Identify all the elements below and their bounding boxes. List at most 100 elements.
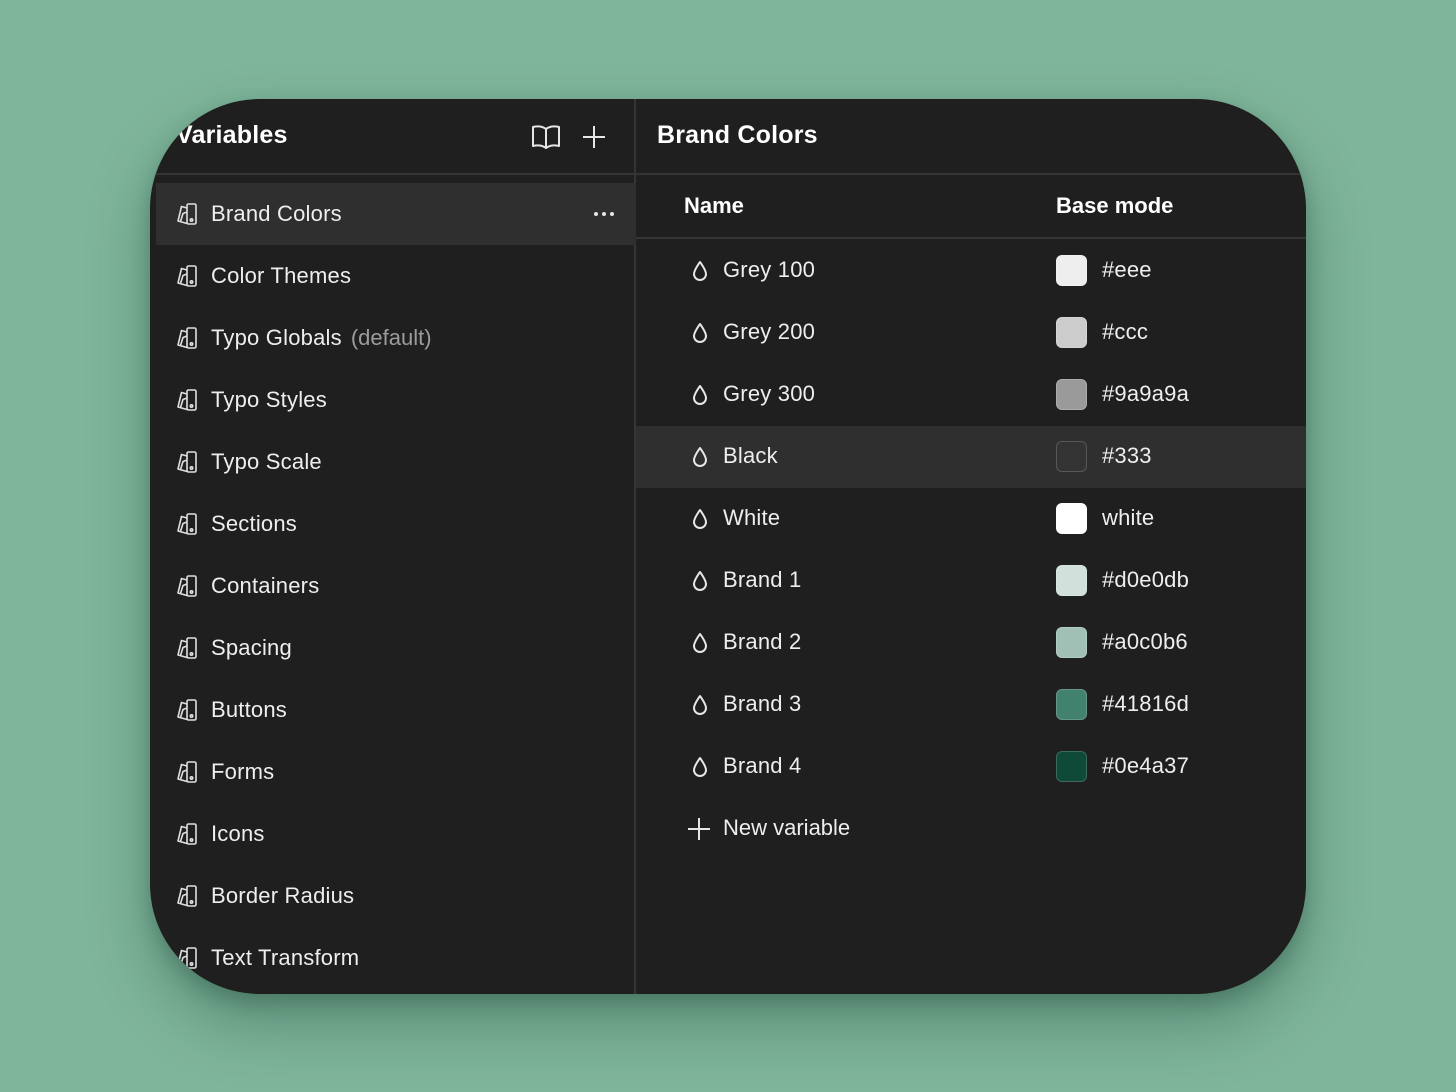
sidebar-item-label: Brand Colors: [211, 201, 342, 226]
variable-value[interactable]: #eee: [1102, 257, 1152, 283]
sidebar-item-label: Icons: [211, 821, 265, 846]
sidebar-item-forms[interactable]: Forms: [156, 741, 636, 803]
variable-name[interactable]: White: [723, 505, 780, 531]
sidebar-item-sections[interactable]: Sections: [156, 493, 636, 555]
sidebar-item-label: Border Radius: [211, 883, 355, 908]
sidebar-item-typo-globals[interactable]: Typo Globals (default): [156, 307, 636, 369]
color-swatch[interactable]: [1056, 689, 1087, 720]
variable-name[interactable]: Black: [723, 443, 778, 469]
variable-name[interactable]: Brand 2: [723, 629, 801, 655]
sidebar-item-label: Typo Scale: [211, 449, 322, 474]
new-variable-label: New variable: [723, 815, 851, 840]
sidebar-item-label: Spacing: [211, 635, 292, 660]
variables-panel: Brand Colors Name Base mode Grey 100 #eee…: [636, 99, 1306, 994]
variable-row[interactable]: Brand 1 #d0e0db: [636, 550, 1306, 612]
variable-value[interactable]: #333: [1102, 443, 1152, 469]
sidebar-item-brand-colors[interactable]: Brand Colors: [156, 183, 636, 245]
variable-name[interactable]: Brand 4: [723, 753, 801, 779]
color-swatch[interactable]: [1056, 379, 1087, 410]
variable-value[interactable]: white: [1102, 505, 1154, 531]
plus-icon: [583, 126, 605, 148]
new-variable-button[interactable]: New variable: [636, 798, 1306, 860]
color-swatch[interactable]: [1056, 627, 1087, 658]
drop-icon: [688, 383, 712, 407]
column-header-name[interactable]: Name: [684, 193, 744, 219]
variable-row[interactable]: Brand 4 #0e4a37: [636, 736, 1306, 798]
variable-name[interactable]: Brand 1: [723, 567, 801, 593]
sidebar-item-label: Buttons: [211, 697, 288, 722]
collection-icon: [176, 884, 200, 908]
collection-icon: [176, 388, 200, 412]
collections-sidebar: Variables Brand Colors Color Themes Typo G…: [150, 99, 636, 994]
collection-icon: [176, 636, 200, 660]
variable-value[interactable]: #ccc: [1102, 319, 1148, 345]
sidebar-item-label: Typo Globals: [211, 325, 342, 350]
collection-icon: [176, 512, 200, 536]
sidebar-item-text-transform[interactable]: Text Transform: [156, 927, 636, 989]
collection-list: Brand Colors Color Themes Typo Globals (def…: [156, 183, 636, 989]
variable-value[interactable]: #d0e0db: [1102, 567, 1189, 593]
sidebar-item-label: Color Themes: [211, 263, 352, 288]
variable-name[interactable]: Grey 200: [723, 319, 815, 345]
book-icon[interactable]: [530, 121, 562, 153]
collection-icon: [176, 264, 200, 288]
column-header-base-mode[interactable]: Base mode: [1056, 193, 1173, 219]
color-swatch[interactable]: [1056, 441, 1087, 472]
variable-row[interactable]: Grey 200 #ccc: [636, 302, 1306, 364]
variable-value[interactable]: #0e4a37: [1102, 753, 1189, 779]
sidebar-item-color-themes[interactable]: Color Themes: [156, 245, 636, 307]
more-options-button[interactable]: [592, 202, 616, 226]
drop-icon: [688, 507, 712, 531]
variable-row[interactable]: Black #333: [636, 426, 1306, 488]
sidebar-item-label: Forms: [211, 759, 275, 784]
add-collection-button[interactable]: [578, 121, 610, 153]
panel-header: Brand Colors: [636, 99, 1306, 175]
variable-value[interactable]: #41816d: [1102, 691, 1189, 717]
variable-name[interactable]: Brand 3: [723, 691, 801, 717]
sidebar-header: Variables: [150, 99, 636, 175]
color-swatch[interactable]: [1056, 565, 1087, 596]
drop-icon: [688, 569, 712, 593]
variable-row[interactable]: Brand 3 #41816d: [636, 674, 1306, 736]
drop-icon: [688, 631, 712, 655]
color-swatch[interactable]: [1056, 751, 1087, 782]
variable-value[interactable]: #9a9a9a: [1102, 381, 1189, 407]
sidebar-item-typo-styles[interactable]: Typo Styles: [156, 369, 636, 431]
collection-icon: [176, 202, 200, 226]
collection-icon: [176, 822, 200, 846]
plus-icon: [686, 816, 712, 842]
variable-row[interactable]: Grey 300 #9a9a9a: [636, 364, 1306, 426]
variable-row[interactable]: Grey 100 #eee: [636, 240, 1306, 302]
color-swatch[interactable]: [1056, 255, 1087, 286]
variable-name[interactable]: Grey 300: [723, 381, 815, 407]
variables-window: Variables Brand Colors Color Themes Typo G…: [150, 99, 1306, 994]
variable-row[interactable]: Brand 2 #a0c0b6: [636, 612, 1306, 674]
variable-row[interactable]: White white: [636, 488, 1306, 550]
drop-icon: [688, 321, 712, 345]
sidebar-item-border-radius[interactable]: Border Radius: [156, 865, 636, 927]
variable-list: Grey 100 #eee Grey 200 #ccc Grey 300 #9a9a9a B…: [636, 240, 1306, 798]
color-swatch[interactable]: [1056, 503, 1087, 534]
collection-icon: [176, 326, 200, 350]
sidebar-item-buttons[interactable]: Buttons: [156, 679, 636, 741]
variable-name[interactable]: Grey 100: [723, 257, 815, 283]
drop-icon: [688, 259, 712, 283]
sidebar-item-icons[interactable]: Icons: [156, 803, 636, 865]
sidebar-item-spacing[interactable]: Spacing: [156, 617, 636, 679]
table-header: Name Base mode: [636, 175, 1306, 239]
color-swatch[interactable]: [1056, 317, 1087, 348]
sidebar-item-label: Containers: [211, 573, 320, 598]
collection-icon: [176, 760, 200, 784]
sidebar-item-label: Text Transform: [211, 945, 360, 970]
sidebar-title: Variables: [176, 121, 288, 149]
collection-icon: [176, 574, 200, 598]
page-title: Brand Colors: [657, 121, 818, 149]
collection-icon: [176, 698, 200, 722]
sidebar-item-typo-scale[interactable]: Typo Scale: [156, 431, 636, 493]
default-tag: (default): [350, 325, 432, 350]
more-icon: [594, 212, 614, 216]
sidebar-item-containers[interactable]: Containers: [156, 555, 636, 617]
collection-icon: [176, 450, 200, 474]
sidebar-item-label: Typo Styles: [211, 387, 327, 412]
variable-value[interactable]: #a0c0b6: [1102, 629, 1188, 655]
